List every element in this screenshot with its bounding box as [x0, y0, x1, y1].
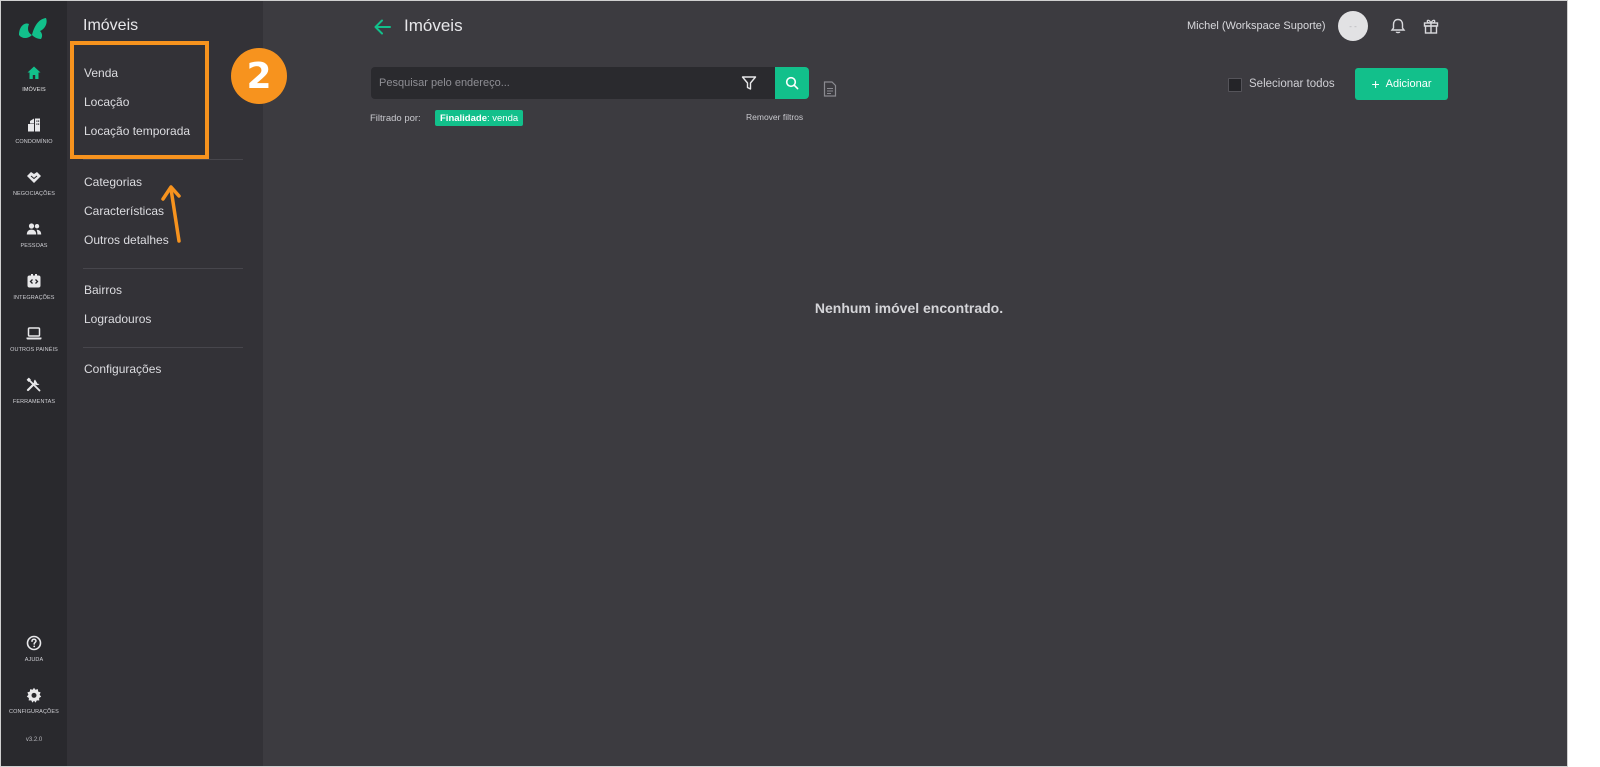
rail-item-ferramentas[interactable]: FERRAMENTAS: [1, 377, 67, 421]
rail-item-integracoes[interactable]: INTEGRAÇÕES: [1, 273, 67, 317]
rail-item-label: IMÓVEIS: [22, 87, 46, 93]
sidebar-divider: [83, 159, 243, 160]
help-icon: [26, 635, 42, 651]
user-name[interactable]: Michel (Workspace Suporte): [1187, 20, 1326, 32]
filter-chip-key: Finalidade: [440, 112, 487, 124]
rail-item-label: OUTROS PAINÉIS: [10, 347, 58, 353]
empty-state-message: Nenhum imóvel encontrado.: [814, 300, 1004, 316]
laptop-icon: [26, 327, 42, 340]
select-all-label[interactable]: Selecionar todos: [1249, 78, 1335, 90]
rail-item-label: CONDOMÍNIO: [15, 139, 53, 145]
rail-item-condominio[interactable]: CONDOMÍNIO: [1, 117, 67, 161]
logo-icon: [19, 18, 47, 39]
annotation-arrow-icon: [161, 185, 181, 243]
gear-icon: [26, 687, 42, 703]
gift-icon[interactable]: [1422, 17, 1440, 35]
rail-item-outros-paineis[interactable]: OUTROS PAINÉIS: [1, 325, 67, 369]
sidebar-divider: [83, 268, 243, 269]
select-all-checkbox[interactable]: [1228, 78, 1242, 92]
page-title: Imóveis: [404, 16, 463, 35]
rail-item-label: AJUDA: [24, 657, 44, 663]
sidebar-item-caracteristicas[interactable]: Características: [84, 204, 164, 218]
rail-item-label: PESSOAS: [20, 243, 48, 249]
page-margin: [1568, 0, 1600, 767]
filter-chip[interactable]: Finalidade: venda: [435, 110, 524, 126]
sidebar-item-logradouros[interactable]: Logradouros: [84, 312, 151, 326]
people-icon: [26, 223, 42, 235]
rail-item-label: INTEGRAÇÕES: [13, 295, 55, 301]
filter-chip-value: : venda: [486, 112, 519, 124]
app-window: IMÓVEIS CONDOMÍNIO NEGOCIAÇÕES PESSOAS I…: [0, 0, 1568, 767]
sidebar-divider: [83, 347, 243, 348]
sidebar-item-categorias[interactable]: Categorias: [84, 175, 142, 189]
plus-icon: +: [1371, 76, 1380, 92]
rail-item-configuracoes[interactable]: CONFIGURAÇÕES: [1, 687, 67, 731]
annotation-step-badge: 2: [231, 48, 287, 104]
handshake-icon: [27, 172, 41, 183]
sidebar-item-bairros[interactable]: Bairros: [84, 283, 122, 297]
tools-icon: [26, 377, 41, 392]
search-button[interactable]: [775, 67, 809, 99]
bell-icon[interactable]: [1389, 17, 1407, 35]
remove-filters-link[interactable]: Remover filtros: [746, 112, 803, 122]
annotation-highlight-box: [70, 41, 209, 159]
rail-item-imoveis[interactable]: IMÓVEIS: [1, 65, 67, 109]
rail-item-label: NEGOCIAÇÕES: [12, 191, 56, 197]
search-input[interactable]: [371, 67, 775, 99]
avatar-placeholder: - -: [1349, 21, 1357, 31]
integration-icon: [27, 274, 41, 288]
sidebar-item-configuracoes[interactable]: Configurações: [84, 362, 161, 376]
back-arrow-icon[interactable]: [373, 17, 393, 37]
add-button[interactable]: + Adicionar: [1355, 68, 1448, 100]
avatar[interactable]: - -: [1338, 11, 1368, 41]
sidebar-item-outros-detalhes[interactable]: Outros detalhes: [84, 233, 169, 247]
app-version: v3.2.0: [25, 737, 43, 743]
rail-item-pessoas[interactable]: PESSOAS: [1, 221, 67, 265]
home-icon: [27, 66, 41, 79]
rail-item-label: CONFIGURAÇÕES: [9, 709, 59, 715]
rail-item-ajuda[interactable]: AJUDA: [1, 635, 67, 679]
search-icon: [785, 76, 799, 90]
document-icon[interactable]: [823, 81, 837, 97]
building-icon: [28, 118, 40, 132]
icon-rail: IMÓVEIS CONDOMÍNIO NEGOCIAÇÕES PESSOAS I…: [1, 1, 67, 766]
sidebar-title: Imóveis: [83, 17, 139, 34]
filter-icon[interactable]: [741, 75, 757, 91]
filtered-by-label: Filtrado por:: [370, 113, 421, 124]
add-button-label: Adicionar: [1385, 78, 1432, 90]
rail-item-label: FERRAMENTAS: [12, 399, 56, 405]
rail-item-negociacoes[interactable]: NEGOCIAÇÕES: [1, 169, 67, 213]
